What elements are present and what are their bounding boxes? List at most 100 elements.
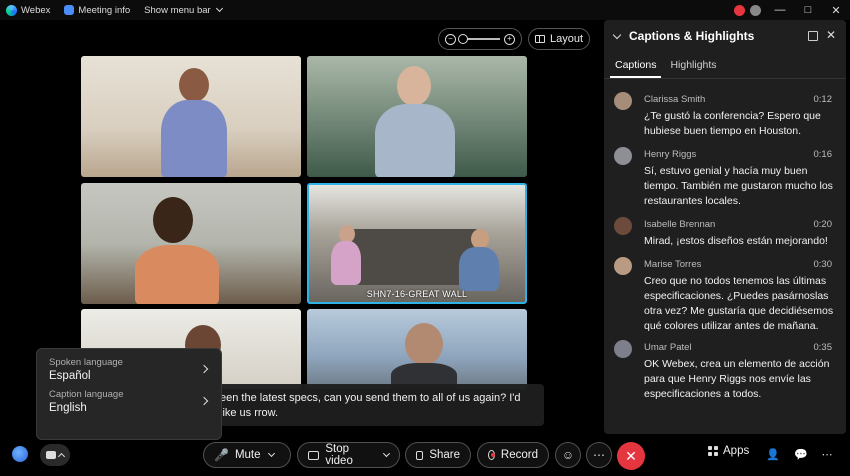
- video-tile[interactable]: [81, 56, 301, 177]
- show-menu-bar-button[interactable]: Show menu bar: [144, 4, 223, 16]
- tab-captions[interactable]: Captions: [610, 56, 662, 78]
- caption-text: Mirad, ¡estos diseños están mejorando!: [644, 235, 828, 247]
- spoken-language-label: Spoken language: [49, 357, 123, 368]
- stop-video-label: Stop video: [325, 443, 353, 467]
- panel-header: Captions & Highlights ✕: [604, 20, 846, 52]
- avatar: [614, 92, 632, 110]
- apps-grid-icon: [708, 446, 718, 456]
- maximize-button[interactable]: □: [794, 0, 822, 20]
- record-icon: [488, 450, 495, 460]
- chat-icon[interactable]: 💬: [794, 447, 808, 461]
- mute-button[interactable]: 🎤 Mute: [203, 442, 291, 468]
- caption-speaker-name: Clarissa Smith: [644, 94, 706, 105]
- participant-head: [471, 229, 489, 249]
- avatar: [614, 147, 632, 165]
- mute-label: Mute: [234, 449, 261, 461]
- caption-language-label: Caption language: [49, 389, 124, 400]
- avatar: [614, 257, 632, 275]
- chevron-down-icon: [215, 4, 223, 13]
- participant-body: [459, 247, 499, 291]
- share-label: Share: [429, 449, 460, 461]
- reactions-button[interactable]: ☺: [555, 442, 581, 468]
- caption-text: Creo que no todos tenemos las últimas es…: [644, 275, 834, 332]
- caption-text: OK Webex, crea un elemento de acción par…: [644, 358, 830, 400]
- title-bar: Webex Meeting info Show menu bar — □ ✕: [0, 0, 850, 20]
- captions-toggle-button[interactable]: [40, 444, 70, 466]
- webex-app-label[interactable]: Webex: [6, 4, 51, 16]
- caption-entry: Umar Patel 0:35 OK Webex, crea un elemen…: [614, 340, 836, 402]
- caption-entry: Isabelle Brennan 0:20 Mirad, ¡estos dise…: [614, 217, 836, 251]
- chevron-up-icon[interactable]: [57, 452, 66, 461]
- panel-tabs: Captions Highlights: [610, 56, 722, 78]
- caption-timestamp: 0:20: [813, 219, 833, 230]
- caption-entry: Clarissa Smith 0:12 ¿Te gustó la confere…: [614, 92, 836, 142]
- participants-icon[interactable]: 👤: [766, 447, 780, 461]
- record-label: Record: [500, 449, 538, 461]
- caption-text: Sí, estuvo genial y hacía muy buen tiemp…: [644, 165, 833, 207]
- collapse-chevron-icon[interactable]: [612, 30, 622, 39]
- participant-body: [375, 104, 455, 177]
- apps-label: Apps: [723, 445, 750, 457]
- chevron-down-icon[interactable]: [267, 449, 275, 458]
- video-tile-active-speaker[interactable]: SHN7-16-GREAT WALL: [307, 183, 527, 304]
- tile-label: SHN7-16-GREAT WALL: [366, 289, 468, 299]
- video-tile[interactable]: [307, 56, 527, 177]
- minimize-button[interactable]: —: [766, 0, 794, 20]
- meeting-info-label: Meeting info: [78, 4, 131, 16]
- spoken-language-option[interactable]: Spoken language Español: [49, 357, 213, 389]
- more-panels-icon[interactable]: ⋯: [820, 447, 834, 461]
- popout-icon[interactable]: [808, 31, 818, 41]
- video-tile[interactable]: [81, 183, 301, 304]
- close-icon: ✕: [625, 447, 637, 464]
- caption-timestamp: 0:35: [813, 342, 833, 353]
- tab-highlights[interactable]: Highlights: [665, 56, 721, 78]
- participant-head: [153, 197, 193, 243]
- meeting-controls-bar: 🎤 Mute Stop video Share Record ☺ ⋯ ✕ App…: [0, 436, 850, 476]
- smiley-icon: ☺: [561, 448, 575, 462]
- caption-text: ¿Te gustó la conferencia? Espero que hub…: [644, 110, 821, 137]
- caption-timestamp: 0:12: [813, 94, 833, 105]
- caption-timestamp: 0:30: [813, 259, 833, 270]
- caption-language-menu: Spoken language Español Caption language…: [36, 348, 222, 440]
- end-meeting-button[interactable]: ✕: [617, 442, 645, 470]
- user-avatar-icon[interactable]: [750, 4, 761, 16]
- stop-video-button[interactable]: Stop video: [297, 442, 400, 468]
- caption-language-value: English: [49, 402, 87, 414]
- caption-speaker-name: Umar Patel: [644, 342, 692, 353]
- apps-button[interactable]: Apps: [708, 445, 749, 457]
- video-camera-icon: [308, 450, 320, 460]
- meeting-info-button[interactable]: Meeting info: [64, 5, 130, 16]
- share-button[interactable]: Share: [405, 442, 471, 468]
- close-icon[interactable]: ✕: [826, 28, 836, 42]
- chevron-down-icon[interactable]: [383, 450, 391, 457]
- zoom-control[interactable]: − +: [438, 28, 522, 50]
- caption-language-option[interactable]: Caption language English: [49, 389, 213, 421]
- tab-divider: [604, 78, 846, 79]
- app-name: Webex: [21, 4, 51, 16]
- caption-speaker-name: Isabelle Brennan: [644, 219, 716, 230]
- zoom-out-icon[interactable]: −: [445, 33, 456, 45]
- participant-body: [135, 245, 219, 304]
- recording-status-icon: [734, 4, 745, 16]
- spoken-language-value: Español: [49, 370, 91, 382]
- zoom-in-icon[interactable]: +: [504, 33, 515, 45]
- layout-icon: [534, 35, 545, 43]
- zoom-slider[interactable]: [458, 34, 500, 44]
- window-controls: — □ ✕: [734, 0, 850, 20]
- close-window-button[interactable]: ✕: [822, 0, 850, 20]
- layout-button[interactable]: Layout: [528, 28, 590, 50]
- more-dots-icon: ⋯: [593, 448, 605, 462]
- record-button[interactable]: Record: [477, 442, 549, 468]
- webex-logo-icon: [6, 4, 17, 16]
- live-caption-text: een the latest specs, can you send them …: [220, 392, 521, 419]
- avatar: [614, 217, 632, 235]
- more-options-button[interactable]: ⋯: [586, 442, 612, 468]
- meeting-info-icon: [64, 5, 75, 15]
- share-icon: [416, 450, 424, 460]
- zoom-slider-handle[interactable]: [458, 34, 468, 44]
- caption-entry: Henry Riggs 0:16 Sí, estuvo genial y hac…: [614, 147, 836, 207]
- video-tile[interactable]: [307, 309, 527, 389]
- microphone-icon: 🎤: [214, 448, 229, 462]
- webex-assistant-icon[interactable]: [12, 446, 28, 462]
- live-caption-banner: een the latest specs, can you send them …: [180, 384, 544, 426]
